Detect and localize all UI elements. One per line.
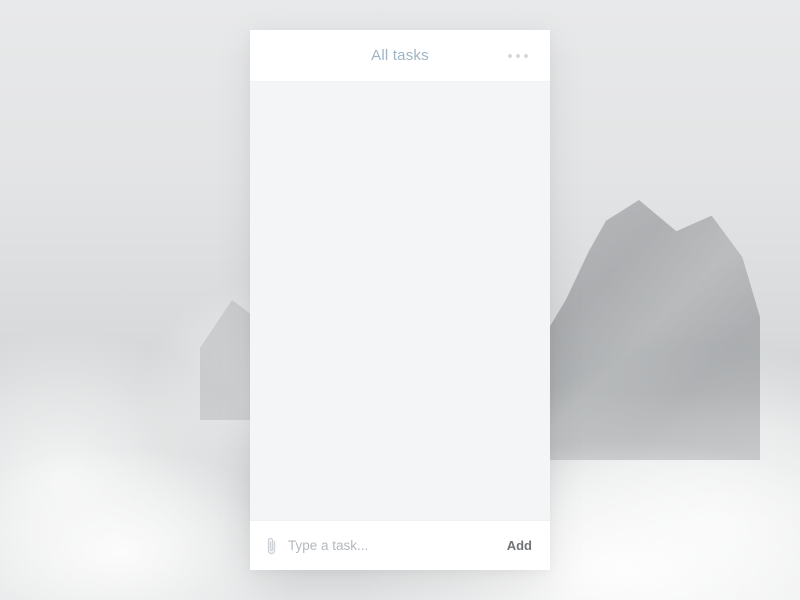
header: All tasks xyxy=(250,30,550,82)
more-horizontal-icon[interactable] xyxy=(502,48,534,64)
task-list-empty xyxy=(250,82,550,520)
page-title: All tasks xyxy=(371,47,429,64)
paperclip-icon[interactable] xyxy=(264,535,278,557)
add-button[interactable]: Add xyxy=(505,532,534,559)
compose-bar: Add xyxy=(250,520,550,570)
task-input[interactable] xyxy=(288,538,495,553)
tasks-app-card: All tasks Add xyxy=(250,30,550,570)
